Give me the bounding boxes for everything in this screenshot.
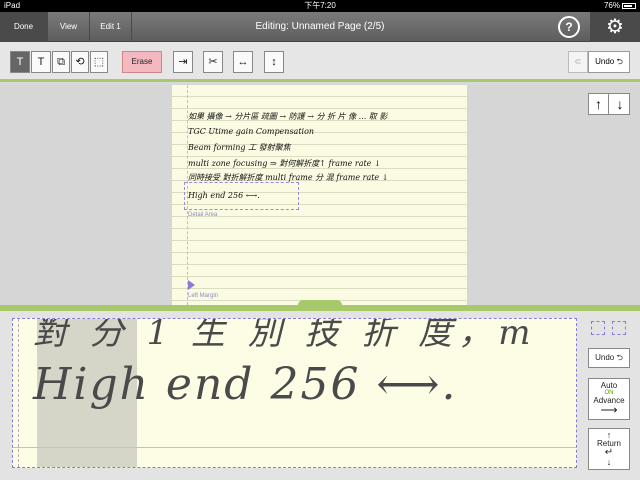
note-page[interactable]: 如果 攝像 → 分片區 疏圖 → 防護 → 分 折 片 像 ... 取 影 TG… (172, 85, 467, 305)
cut-tool-icon[interactable]: ✂ (203, 51, 223, 73)
battery-percent: 76% (603, 1, 620, 10)
text-cursor-tool-icon[interactable]: T (10, 51, 30, 73)
pad-undo-button[interactable]: Undo ⮌ (588, 348, 630, 368)
undo-button[interactable]: Undo ⮌ (588, 51, 630, 73)
selection-mode-buttons (588, 318, 630, 338)
return-button[interactable]: ↑ Return ↵ ↓ (588, 428, 630, 470)
help-button[interactable]: ? (558, 16, 580, 38)
pad-margin-line (18, 319, 19, 467)
toolbar: T T ⧉ ⟲ ⬚ Erase ⇥ ✂ ↔ ↕ ⊂ Undo ⮌ (0, 42, 640, 82)
horizontal-space-icon[interactable]: ↔ (233, 51, 253, 73)
left-margin-marker-icon[interactable] (188, 280, 195, 290)
vertical-space-icon[interactable]: ↕ (264, 51, 284, 73)
scroll-up-icon[interactable]: ↑ (589, 94, 609, 114)
pad-baseline (13, 447, 576, 448)
scroll-down-icon[interactable]: ↓ (610, 94, 630, 114)
text-tool-icon[interactable]: T (31, 51, 51, 73)
settings-gear-button[interactable]: ⚙ (590, 12, 640, 42)
view-tab[interactable]: View (48, 12, 90, 42)
status-time: 下午7:20 (304, 1, 336, 10)
left-margin-label: Left Margin (188, 293, 219, 299)
redo-icon[interactable]: ⊂ (568, 51, 588, 73)
pad-undo-icon: ⮌ (616, 353, 623, 362)
select-tool-icon[interactable]: ⬚ (90, 51, 108, 73)
return-up-icon: ↑ (606, 430, 612, 440)
detail-area-box[interactable] (184, 182, 299, 210)
note-line: multi zone focusing ⇒ 對何解折度↑ frame rate … (188, 159, 381, 168)
select-multi-icon[interactable] (612, 321, 626, 335)
pad-handwriting-top: 對 分 1 生 別 技 折 度，m (33, 318, 537, 353)
resize-handle[interactable] (298, 300, 342, 310)
battery-status: 76% (604, 0, 636, 12)
undo-icon: ⮌ (616, 57, 623, 66)
page-view[interactable]: 如果 攝像 → 分片區 疏圖 → 防護 → 分 折 片 像 ... 取 影 TG… (0, 85, 640, 305)
pad-undo-label: Undo (595, 353, 615, 362)
detail-area-label: Detail Area (188, 212, 218, 218)
done-tab[interactable]: Done (0, 12, 48, 42)
writing-pad[interactable]: 對 分 1 生 別 技 折 度，m High end 256 ⟷. (12, 318, 577, 468)
note-line: TGC Utime gain Compensation (188, 127, 315, 136)
copy-tool-icon[interactable]: ⧉ (52, 51, 70, 73)
erase-button[interactable]: Erase (122, 51, 162, 73)
edit-tab[interactable]: Edit 1 (90, 12, 132, 42)
auto-advance-button[interactable]: Auto ON Advance ⟶ (588, 378, 630, 420)
undo-label: Undo (595, 57, 615, 66)
advance-arrow-icon: ⟶ (600, 403, 618, 417)
image-tool-icon[interactable]: ⟲ (71, 51, 89, 73)
note-line: 如果 攝像 → 分片區 疏圖 → 防護 → 分 折 片 像 ... 取 影 (188, 112, 388, 121)
return-down-icon: ↓ (606, 457, 612, 467)
auto-label: Auto (600, 381, 618, 390)
note-line: Beam forming 工 發射聚焦 (188, 143, 291, 152)
battery-icon (622, 3, 636, 9)
status-bar: iPad 下午7:20 76% (0, 0, 640, 12)
pad-handwriting: High end 256 ⟷. (33, 359, 458, 410)
nav-bar: Done View Edit 1 Editing: Unnamed Page (… (0, 12, 640, 42)
page-scroll-buttons: ↑ ↓ (588, 93, 630, 115)
insert-line-icon[interactable]: ⇥ (173, 51, 193, 73)
select-single-icon[interactable] (591, 321, 605, 335)
